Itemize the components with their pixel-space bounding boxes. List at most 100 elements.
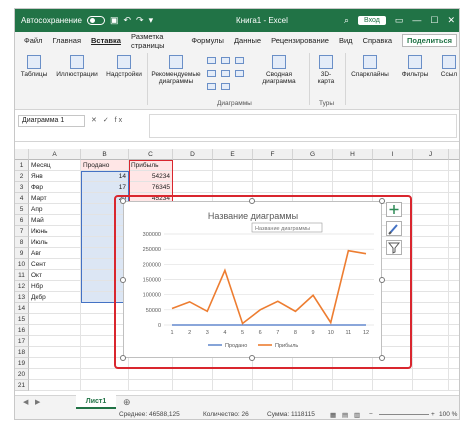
cell[interactable] — [413, 248, 449, 259]
cell[interactable]: Авг — [29, 248, 81, 259]
cell[interactable] — [129, 369, 173, 380]
cell[interactable] — [413, 303, 449, 314]
cell[interactable] — [253, 160, 293, 171]
cell[interactable] — [29, 347, 81, 358]
qat-more-icon[interactable]: ▾ — [149, 16, 154, 25]
column-header[interactable]: B — [81, 149, 129, 160]
zoom-out-icon[interactable]: − — [369, 411, 373, 418]
cell[interactable] — [293, 160, 333, 171]
cell[interactable] — [413, 204, 449, 215]
cell[interactable] — [449, 358, 459, 369]
cell[interactable] — [253, 171, 293, 182]
cell[interactable] — [253, 182, 293, 193]
row-header[interactable]: 11 — [15, 270, 29, 281]
cell[interactable] — [29, 303, 81, 314]
cell[interactable] — [29, 380, 81, 391]
cell[interactable] — [449, 281, 459, 292]
undo-icon[interactable]: ↶ — [124, 16, 132, 25]
chart-filters-button[interactable] — [386, 240, 402, 255]
row-header[interactable]: 13 — [15, 292, 29, 303]
header-cell[interactable]: Продано — [81, 160, 129, 171]
cancel-icon[interactable]: ✕ — [91, 117, 99, 124]
pivot-chart-button[interactable]: Сводная диаграмма — [255, 55, 303, 85]
column-header[interactable]: F — [253, 149, 293, 160]
cell[interactable] — [413, 281, 449, 292]
column-header[interactable]: J — [413, 149, 449, 160]
cell[interactable] — [333, 171, 373, 182]
normal-view-icon[interactable]: ▦ — [330, 411, 336, 419]
cell[interactable] — [253, 369, 293, 380]
minimize-icon[interactable]: — — [412, 16, 421, 25]
cell[interactable] — [413, 325, 449, 336]
cell[interactable] — [293, 182, 333, 193]
page-layout-view-icon[interactable]: ▤ — [342, 411, 348, 419]
cell[interactable] — [413, 369, 449, 380]
name-box[interactable]: Диаграмма 1 — [18, 115, 85, 127]
cell[interactable] — [449, 160, 459, 171]
cell[interactable] — [333, 160, 373, 171]
cell[interactable] — [29, 358, 81, 369]
prev-sheet-icon[interactable]: ◀ — [23, 398, 28, 406]
cell[interactable] — [413, 358, 449, 369]
cell[interactable] — [173, 182, 213, 193]
cell[interactable] — [173, 380, 213, 391]
cell[interactable] — [81, 380, 129, 391]
fx-icon[interactable]: fx — [115, 117, 124, 124]
tab-formulas[interactable]: Формулы — [191, 36, 224, 45]
cell[interactable] — [413, 292, 449, 303]
cell[interactable] — [449, 347, 459, 358]
cell[interactable] — [413, 237, 449, 248]
row-header[interactable]: 7 — [15, 226, 29, 237]
cell[interactable]: Янв — [29, 171, 81, 182]
tab-home[interactable]: Главная — [52, 36, 81, 45]
waterfall-chart-icon[interactable] — [221, 70, 230, 77]
cell[interactable] — [373, 182, 413, 193]
column-header[interactable]: E — [213, 149, 253, 160]
cell[interactable] — [213, 182, 253, 193]
cell[interactable]: Июль — [29, 237, 81, 248]
zoom-level[interactable]: 100 % — [439, 411, 457, 418]
row-header[interactable]: 5 — [15, 204, 29, 215]
column-chart-icon[interactable] — [207, 57, 216, 64]
autosave-toggle[interactable] — [86, 16, 105, 25]
cell[interactable] — [173, 369, 213, 380]
cell[interactable] — [449, 215, 459, 226]
cell[interactable]: Нбр — [29, 281, 81, 292]
chart-elements-button[interactable] — [386, 202, 402, 217]
row-header[interactable]: 4 — [15, 193, 29, 204]
cell[interactable] — [449, 380, 459, 391]
row-header[interactable]: 3 — [15, 182, 29, 193]
ribbon-display-icon[interactable]: ▭ — [395, 16, 404, 25]
page-break-view-icon[interactable]: ▥ — [354, 411, 360, 419]
column-header[interactable]: I — [373, 149, 413, 160]
row-header[interactable]: 10 — [15, 259, 29, 270]
share-button[interactable]: Поделиться — [401, 34, 457, 47]
cell[interactable] — [413, 226, 449, 237]
cell[interactable] — [29, 369, 81, 380]
cell[interactable] — [449, 248, 459, 259]
tab-file[interactable]: Файл — [24, 36, 42, 45]
tab-help[interactable]: Справка — [363, 36, 392, 45]
cell[interactable] — [413, 270, 449, 281]
cell[interactable] — [413, 160, 449, 171]
scatter-chart-icon[interactable] — [221, 83, 230, 90]
cell[interactable] — [449, 226, 459, 237]
combo-chart-icon[interactable] — [235, 70, 244, 77]
cell[interactable] — [449, 193, 459, 204]
column-header[interactable]: H — [333, 149, 373, 160]
cell[interactable] — [29, 336, 81, 347]
cell[interactable] — [449, 292, 459, 303]
tab-view[interactable]: Вид — [339, 36, 353, 45]
enter-icon[interactable]: ✓ — [103, 117, 111, 124]
row-header[interactable]: 8 — [15, 237, 29, 248]
cell[interactable] — [173, 160, 213, 171]
row-header[interactable]: 15 — [15, 314, 29, 325]
close-icon[interactable]: ✕ — [447, 16, 455, 25]
column-header[interactable]: K — [449, 149, 459, 160]
row-header[interactable]: 18 — [15, 347, 29, 358]
cell[interactable]: Апр — [29, 204, 81, 215]
cell[interactable] — [413, 182, 449, 193]
cell[interactable] — [253, 380, 293, 391]
cell[interactable] — [413, 193, 449, 204]
cell[interactable] — [213, 160, 253, 171]
